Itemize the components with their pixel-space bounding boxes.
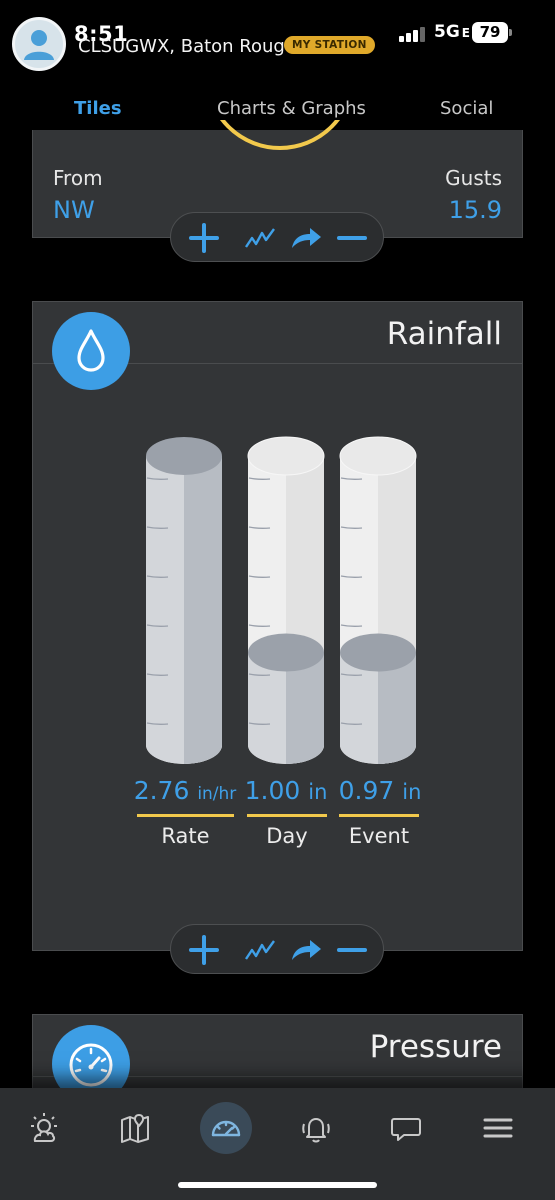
dashboard-gauge-icon[interactable] (200, 1102, 252, 1154)
wind-compass-dial (205, 120, 355, 158)
status-bar: 8:51 CLSUGWX, Baton Rouge MY STATION 5G E… (0, 0, 555, 80)
share-arrow-icon[interactable] (289, 221, 323, 255)
avatar[interactable] (12, 17, 66, 71)
wind-from-value: NW (53, 196, 95, 224)
gauge-rate-readout: 2.76 in/hr (126, 776, 244, 805)
minus-icon[interactable] (335, 933, 369, 967)
gauge-day-label: Day (266, 824, 308, 848)
my-station-badge: MY STATION (284, 36, 375, 54)
pressure-title: Pressure (369, 1029, 502, 1065)
wind-gusts-label: Gusts (445, 166, 502, 190)
rainfall-title: Rainfall (386, 316, 502, 352)
water-drop-icon (52, 312, 130, 390)
wind-from-label: From (53, 166, 103, 190)
chat-bubble-icon[interactable] (380, 1102, 432, 1154)
gauge-rate-label: Rate (161, 824, 210, 848)
wind-tile-toolbar (170, 212, 384, 262)
map-pin-icon[interactable] (110, 1102, 162, 1154)
battery-tip (509, 29, 512, 36)
tab-charts-graphs[interactable]: Charts & Graphs (217, 98, 366, 119)
user-icon (24, 30, 54, 60)
weather-sun-cloud-icon[interactable] (18, 1102, 70, 1154)
gauge-day-readout: 1.00 in (236, 776, 336, 805)
plus-icon[interactable] (187, 933, 221, 967)
gauge-event-value: 0.97 (338, 776, 395, 805)
home-indicator[interactable] (178, 1182, 377, 1188)
gauge-event-label: Event (348, 824, 410, 848)
gauge-event-unit: in (402, 780, 422, 804)
gauge-day-underline (247, 814, 327, 817)
minus-icon[interactable] (335, 221, 369, 255)
gauge-event-underline (339, 814, 419, 817)
wind-gusts-value: 15.9 (448, 196, 502, 224)
rainfall-tile: Rainfall (32, 301, 523, 951)
gauge-rate-unit: in/hr (197, 784, 237, 804)
cellular-signal-icon (399, 26, 429, 42)
gauge-rate-value: 2.76 (133, 776, 190, 805)
battery-icon: 79 (472, 22, 508, 43)
tab-tiles[interactable]: Tiles (74, 98, 122, 119)
tab-social[interactable]: Social (440, 98, 493, 119)
plus-icon[interactable] (187, 221, 221, 255)
network-type: 5G E (434, 22, 470, 42)
share-arrow-icon[interactable] (289, 933, 323, 967)
chart-line-icon[interactable] (243, 221, 277, 255)
hamburger-menu-icon[interactable] (472, 1102, 524, 1154)
bell-icon[interactable] (290, 1102, 342, 1154)
gauge-rate-underline (137, 814, 234, 817)
rainfall-tile-toolbar (170, 924, 384, 974)
station-name[interactable]: CLSUGWX, Baton Rouge (78, 36, 296, 57)
gauge-day-unit: in (308, 780, 328, 804)
chart-line-icon[interactable] (243, 933, 277, 967)
gauge-day-value: 1.00 (244, 776, 301, 805)
gauge-event-readout: 0.97 in (328, 776, 432, 805)
